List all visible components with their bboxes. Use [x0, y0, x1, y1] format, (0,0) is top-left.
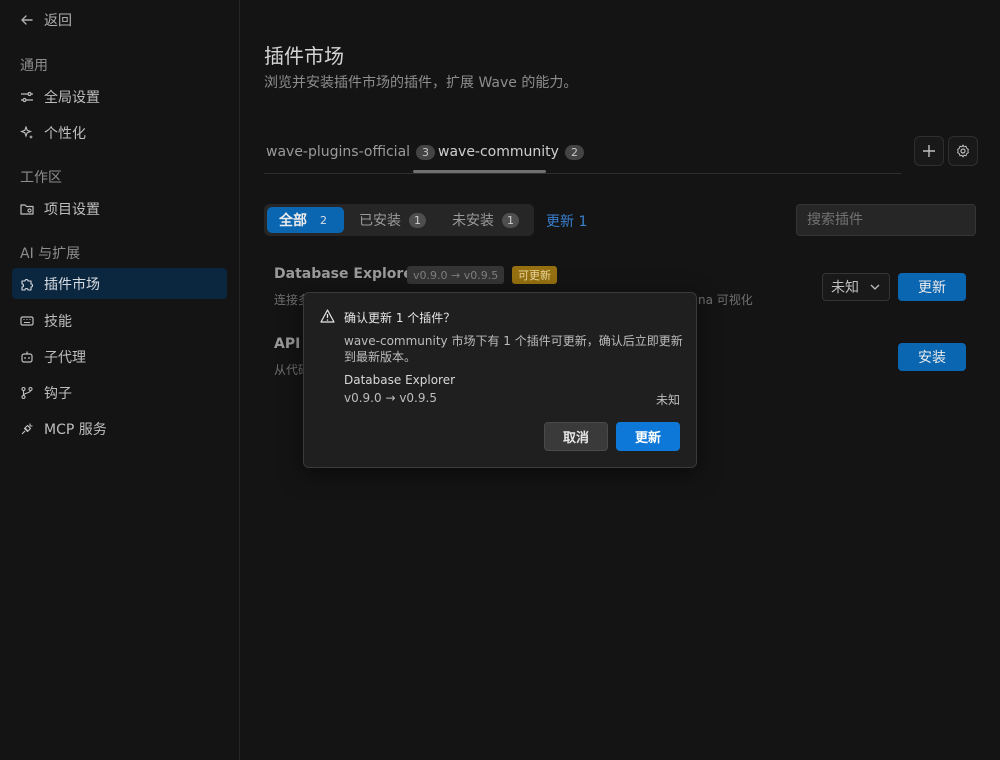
dialog-title: 确认更新 1 个插件？	[344, 311, 456, 325]
dialog-plugin-version: v0.9.0 → v0.9.5	[344, 391, 437, 405]
warning-icon	[320, 309, 335, 323]
confirm-update-button[interactable]: 更新	[616, 422, 680, 451]
dialog-message: wave-community 市场下有 1 个插件可更新，确认后立即更新到最新版…	[344, 334, 683, 364]
confirm-update-dialog: 确认更新 1 个插件？ wave-community 市场下有 1 个插件可更新…	[303, 292, 697, 468]
cancel-button[interactable]: 取消	[544, 422, 608, 451]
dialog-plugin-status: 未知	[655, 393, 680, 407]
dialog-plugin-name: Database Explorer	[344, 373, 456, 387]
